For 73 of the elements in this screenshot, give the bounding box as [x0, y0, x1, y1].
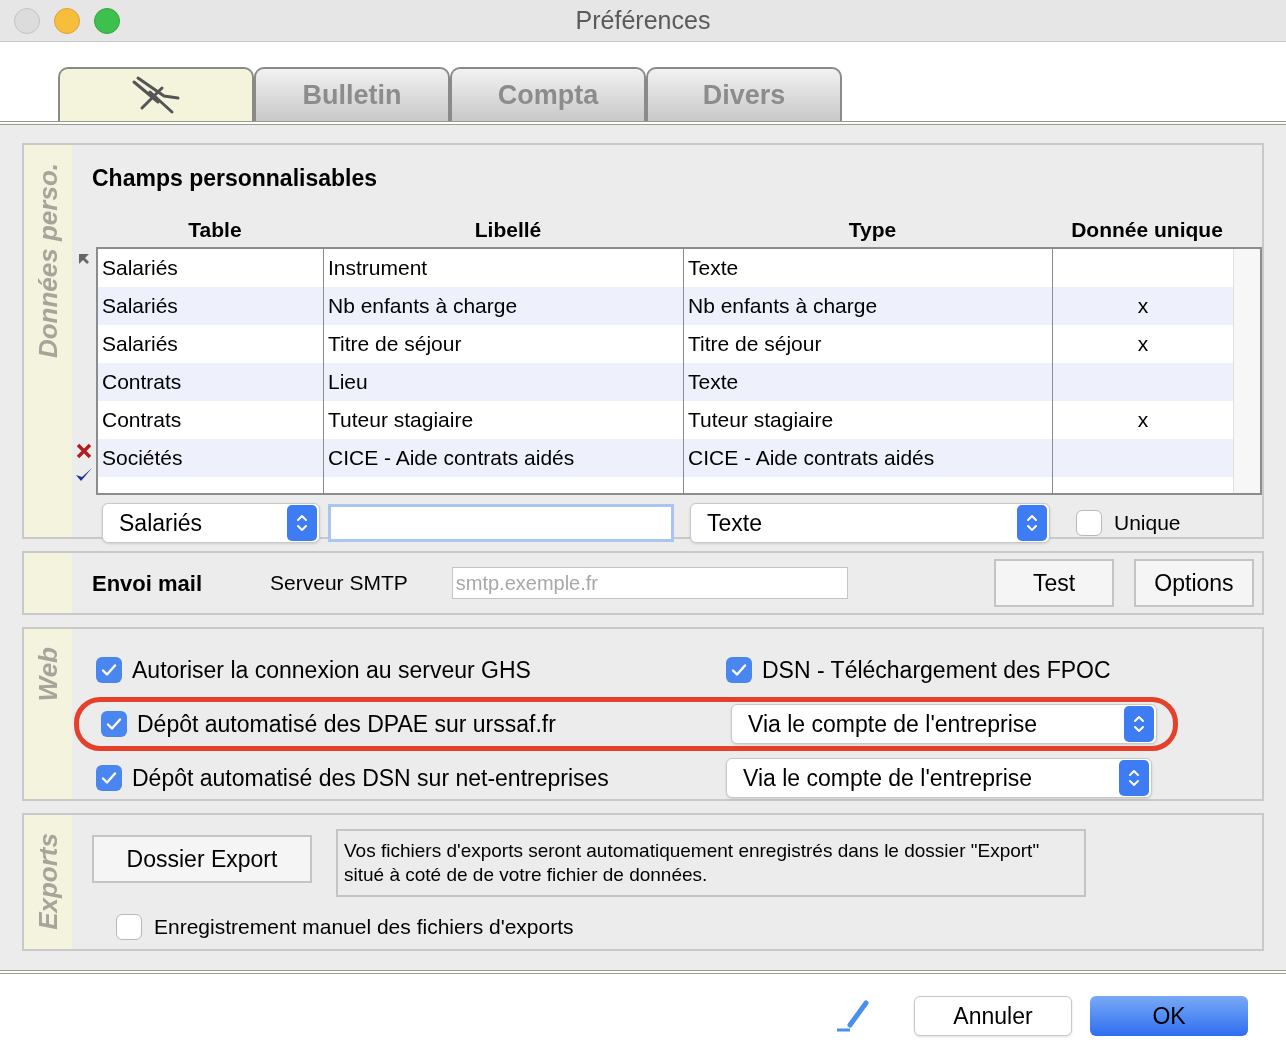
checkbox-label: Dépôt automatisé des DSN sur net-entreprises	[132, 763, 609, 793]
column-header: Table	[187, 216, 243, 243]
checkbox[interactable]	[116, 913, 142, 940]
stepper-icon	[1119, 760, 1149, 796]
table-cell-text: Salariés	[102, 331, 178, 358]
stepper-icon	[1017, 505, 1047, 541]
checkbox-label: Dépôt automatisé des DPAE sur urssaf.fr	[137, 709, 556, 739]
dropdown[interactable]: Salariés	[102, 503, 320, 543]
table-cell-text: Contrats	[102, 369, 182, 396]
dropdown[interactable]: Via le compte de l'entreprise	[726, 758, 1152, 798]
section-title: Envoi mail	[92, 569, 203, 598]
checkbox-label: DSN - Téléchargement des FPOC	[762, 655, 1111, 685]
stepper-icon	[1124, 706, 1154, 742]
checkmark-icon	[101, 663, 117, 677]
ok-button[interactable]: OK	[1090, 996, 1248, 1036]
table-cell-text: Sociétés	[102, 445, 183, 472]
checkbox-label: Unique	[1114, 510, 1181, 537]
checkbox-label: Enregistrement manuel des fichiers d'exports	[154, 914, 574, 940]
table-cell-text: Tuteur stagiaire	[688, 407, 834, 434]
section-strip	[24, 553, 72, 613]
column-header: Type	[847, 216, 898, 243]
table-cell-text: Nb enfants à charge	[328, 293, 518, 320]
mail-button[interactable]: Test	[994, 559, 1114, 607]
table-row[interactable]: Contrats Lieu Texte	[98, 363, 1233, 401]
checkbox[interactable]	[96, 657, 122, 683]
checkmark-icon	[106, 717, 122, 731]
table-cell-text: Nb enfants à charge	[688, 293, 878, 320]
export-folder-button[interactable]: Dossier Export	[92, 835, 312, 883]
table-cell-text: Titre de séjour	[328, 331, 462, 358]
table-cell-text: CICE - Aide contrats aidés	[688, 445, 935, 472]
table-cell-text: Texte	[688, 369, 739, 396]
table-cell-text: Titre de séjour	[688, 331, 822, 358]
pencil-icon[interactable]	[836, 999, 872, 1033]
column-header: Libellé	[473, 216, 543, 243]
table-cell-text: Tuteur stagiaire	[328, 407, 474, 434]
checkbox[interactable]	[1076, 510, 1102, 536]
smtp-server-field[interactable]: smtp.exemple.fr	[451, 567, 848, 599]
delete-icon[interactable]	[76, 443, 92, 459]
label-input[interactable]	[328, 504, 674, 542]
checkmark-icon	[731, 663, 747, 677]
tab[interactable]	[58, 67, 254, 121]
dropdown[interactable]: Texte	[690, 503, 1050, 543]
section-label: Web	[31, 647, 64, 702]
field-label: Serveur SMTP	[270, 570, 408, 597]
checkmark-icon[interactable]	[75, 467, 93, 483]
section-title: Champs personnalisables	[91, 164, 378, 193]
zoom-icon[interactable]	[94, 7, 120, 34]
table-cell-text: Contrats	[102, 407, 182, 434]
mail-button[interactable]: Options	[1134, 559, 1254, 607]
table-cell-text: Lieu	[328, 369, 368, 396]
table-cell-text: Salariés	[102, 293, 178, 320]
dropdown[interactable]: Via le compte de l'entreprise	[731, 704, 1157, 744]
table-cell-text: x	[1137, 407, 1149, 434]
checkbox[interactable]	[101, 711, 127, 737]
table-row[interactable]: Salariés Nb enfants à charge Nb enfants à charge x	[98, 287, 1233, 325]
window-title: Préférences	[575, 4, 711, 36]
checkbox-label: Autoriser la connexion au serveur GHS	[132, 655, 531, 685]
info-text: Vos fichiers d'exports seront automatiquement enregistrés dans le dossier "Export" situé à coté de de votre fichier de données.	[336, 829, 1086, 897]
section-label: Données perso.	[31, 163, 64, 359]
table-row[interactable]: Sociétés CICE - Aide contrats aidés CICE - Aide contrats aidés	[98, 439, 1233, 477]
checkbox[interactable]	[96, 765, 122, 791]
table-cell-text: Instrument	[328, 255, 428, 282]
checkbox[interactable]	[726, 657, 752, 683]
column-header: Donnée unique	[1070, 216, 1224, 243]
table-cell-text: x	[1137, 331, 1149, 358]
section-label: Exports	[31, 833, 64, 930]
table-cell-text: x	[1137, 293, 1149, 320]
table-cell-text: Salariés	[102, 255, 178, 282]
table-cell-text: Texte	[688, 255, 739, 282]
checkmark-icon	[101, 771, 117, 785]
cancel-button[interactable]: Annuler	[914, 996, 1072, 1036]
stepper-icon	[287, 505, 317, 541]
table-cell-text: CICE - Aide contrats aidés	[328, 445, 575, 472]
